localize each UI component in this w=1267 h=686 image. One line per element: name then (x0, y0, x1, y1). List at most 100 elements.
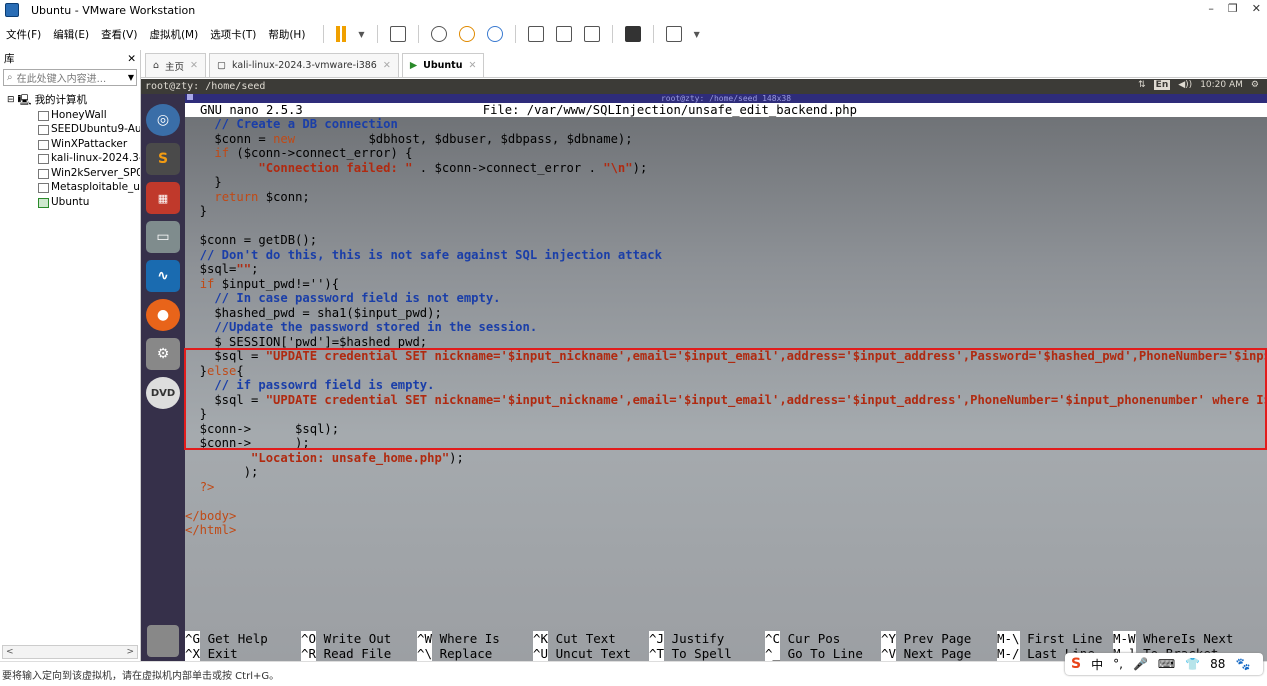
tree-item-ubuntu[interactable]: Ubuntu (7, 195, 140, 210)
chevron-down-icon[interactable]: ▼ (128, 73, 136, 82)
code-token: "Location: unsafe_home.php" (251, 450, 450, 465)
revert-snapshot-icon[interactable] (458, 26, 475, 42)
shortcut-key: ^G (185, 631, 201, 646)
dvd-icon[interactable]: DVD (146, 377, 180, 409)
ime-mode[interactable]: 中 (1091, 656, 1103, 673)
pause-icon[interactable] (336, 26, 347, 42)
sogou-icon[interactable]: S (1071, 656, 1081, 672)
minimize-button[interactable]: – (1208, 2, 1214, 15)
nano-version: GNU nano 2.5.3 (200, 103, 303, 117)
code-token: $conn = getDB(); (185, 233, 318, 247)
library-title: 库 (4, 53, 15, 65)
view-options-icon[interactable] (665, 26, 682, 42)
shortcut-item: ^Y Prev Page (881, 631, 972, 647)
keyboard-lang-indicator[interactable]: En (1153, 80, 1171, 90)
window-title: Ubuntu - VMware Workstation (31, 3, 196, 17)
terminal-emulator-icon[interactable]: ▦ (146, 182, 180, 214)
library-close-button[interactable]: ✕ (127, 53, 136, 65)
gear-icon[interactable]: ⚙ (1251, 80, 1259, 90)
thumbnail-bar-icon[interactable] (555, 26, 572, 42)
console-icon[interactable] (624, 26, 641, 42)
scroll-right-button[interactable]: > (126, 647, 134, 657)
ubuntu-window-title: root@zty: /home/seed (145, 81, 266, 92)
vm-console[interactable]: root@zty: /home/seed ⇅ En ◀)) 10:20 AM ⚙… (141, 79, 1267, 661)
chevron-down-icon[interactable]: ▼ (358, 30, 364, 39)
shortcut-key: ^R (301, 645, 317, 661)
file-manager-icon[interactable]: ▭ (146, 221, 180, 253)
fullscreen-icon[interactable] (583, 26, 600, 42)
tab-close-icon[interactable]: ✕ (190, 60, 198, 71)
status-text: 要将输入定向到该虚拟机，请在虚拟机内部单击或按 Ctrl+G。 (2, 670, 280, 682)
snapshot-icon[interactable] (430, 26, 447, 42)
skin-icon[interactable]: 👕 (1185, 657, 1200, 671)
code-token: </html> (185, 523, 237, 537)
tab-home[interactable]: ⌂ 主页 ✕ (145, 53, 207, 77)
menu-edit[interactable]: 编辑(E) (53, 27, 89, 42)
firefox-icon[interactable]: ● (146, 299, 180, 331)
menu-vm[interactable]: 虚拟机(M) (149, 27, 198, 42)
trash-icon[interactable] (147, 625, 179, 657)
highlight-box (184, 348, 1267, 450)
code-token: } (185, 204, 208, 218)
code-token: "Connection failed: " (258, 160, 413, 175)
tab-bar: ⌂ 主页 ✕ ▢ kali-linux-2024.3-vmware-i386 ✕… (141, 50, 1267, 78)
tree-item-honeywall[interactable]: HoneyWall (7, 108, 140, 123)
punctuation-icon[interactable]: °, (1113, 657, 1123, 671)
shortcut-key: ^V (881, 645, 897, 661)
wireshark-icon[interactable]: ∿ (146, 260, 180, 292)
restore-button[interactable]: ❐ (1228, 2, 1238, 15)
code-line: // Don't do this, this is not safe again… (185, 248, 1267, 263)
shortcut-item: ^U Uncut Text (533, 645, 631, 662)
paw-icon[interactable]: 🐾 (1235, 657, 1250, 671)
dash-icon[interactable]: ◎ (146, 104, 180, 136)
ime-toolbar: S 中 °, 🎤 ⌨ 👕 88 🐾 (1065, 653, 1263, 675)
menu-help[interactable]: 帮助(H) (268, 27, 305, 42)
shortcut-item: ^T To Spell (649, 645, 732, 662)
shortcut-key: ^C (765, 631, 781, 646)
shortcut-key: ^T (649, 645, 665, 661)
menu-view[interactable]: 查看(V) (101, 27, 137, 42)
tab-ubuntu[interactable]: ▶ Ubuntu ✕ (401, 53, 485, 77)
library-scrollbar[interactable]: < > (2, 645, 138, 659)
shortcut-key: ^J (649, 631, 665, 646)
shortcut-item: ^W Where Is (417, 631, 500, 647)
shortcut-key: ^X (185, 645, 201, 661)
terminal-menu-icon[interactable] (187, 94, 193, 100)
shortcut-item: M-\ First Line (997, 631, 1102, 647)
tree-item-winxpattacker[interactable]: WinXPattacker (7, 137, 140, 152)
send-keys-icon[interactable] (389, 26, 406, 42)
code-line: "Connection failed: " . $conn->connect_e… (185, 161, 1267, 176)
tab-kali[interactable]: ▢ kali-linux-2024.3-vmware-i386 ✕ (209, 53, 399, 77)
tree-root[interactable]: ⊟ 🖳 我的计算机 (7, 93, 140, 108)
close-button[interactable]: ✕ (1252, 2, 1261, 15)
sidebar-toggle-icon[interactable] (527, 26, 544, 42)
chevron-down-icon[interactable]: ▼ (694, 30, 700, 39)
network-icon[interactable]: ⇅ (1138, 80, 1146, 90)
tree-item-metasploitable[interactable]: Metasploitable_u (7, 180, 140, 195)
scroll-left-button[interactable]: < (6, 647, 14, 657)
tree-item-seedubuntu[interactable]: SEEDUbuntu9-Aud (7, 122, 140, 137)
snapshot-manager-icon[interactable] (486, 26, 503, 42)
volume-icon[interactable]: ◀)) (1178, 80, 1192, 90)
tree-item-kali[interactable]: kali-linux-2024.3- (7, 151, 140, 166)
tree-item-win2kserver[interactable]: Win2kServer_SP0 (7, 166, 140, 181)
vmware-icon (5, 3, 19, 17)
library-panel: 库 ✕ ⌕ 在此处键入内容进... ▼ ⊟ 🖳 我的计算机 HoneyWall … (0, 50, 141, 661)
library-search-input[interactable]: ⌕ 在此处键入内容进... ▼ (3, 69, 137, 86)
shortcut-label: Prev Page (903, 631, 972, 646)
shortcut-label: Cut Text (555, 631, 616, 646)
settings-icon[interactable]: ⚙ (146, 338, 180, 370)
grid-icon[interactable]: 88 (1210, 657, 1225, 671)
clock[interactable]: 10:20 AM (1200, 80, 1243, 90)
microphone-icon[interactable]: 🎤 (1133, 657, 1148, 671)
tab-close-icon[interactable]: ✕ (383, 60, 391, 71)
tab-close-icon[interactable]: ✕ (469, 60, 477, 71)
menu-file[interactable]: 文件(F) (6, 27, 41, 42)
collapse-icon[interactable]: ⊟ (7, 93, 15, 108)
code-token: // In case password field is not empty. (185, 291, 501, 305)
sublime-icon[interactable]: S (146, 143, 180, 175)
shortcut-key: ^K (533, 631, 549, 646)
menu-tabs[interactable]: 选项卡(T) (210, 27, 256, 42)
keyboard-icon[interactable]: ⌨ (1158, 657, 1175, 671)
code-editor[interactable]: // Create a DB connection $conn = new $d… (185, 117, 1267, 538)
